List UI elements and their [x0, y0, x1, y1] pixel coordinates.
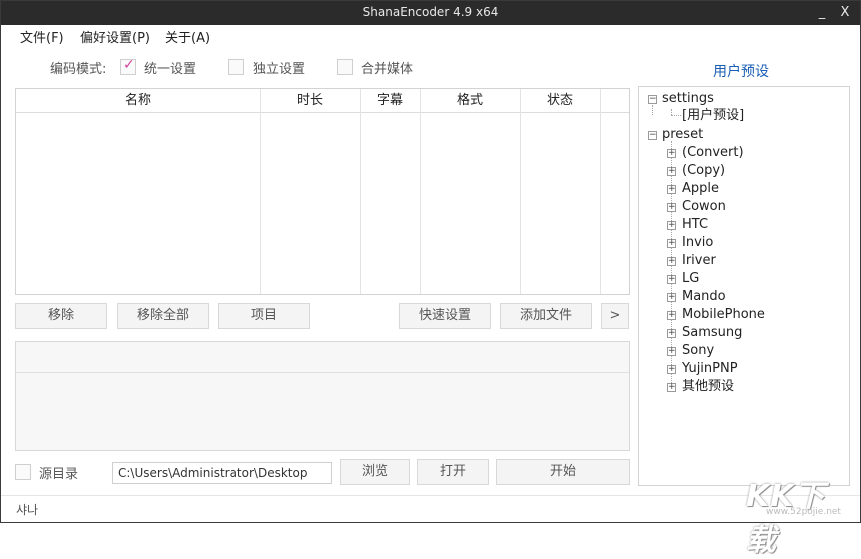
- tree-node-lg[interactable]: LG: [682, 270, 699, 288]
- independent-settings-label[interactable]: 独立设置: [253, 58, 305, 77]
- collapse-icon[interactable]: −: [648, 131, 657, 140]
- title-bar[interactable]: ShanaEncoder 4.9 x64 _ X: [1, 1, 860, 25]
- expand-icon[interactable]: +: [667, 311, 676, 320]
- expand-icon[interactable]: +: [667, 365, 676, 374]
- menu-bar: 文件(F) 偏好设置(P) 关于(A): [1, 25, 860, 47]
- open-button[interactable]: 打开: [417, 459, 489, 485]
- quick-settings-button[interactable]: 快速设置: [399, 303, 491, 329]
- menu-preferences[interactable]: 偏好设置(P): [80, 27, 150, 46]
- source-dir-label[interactable]: 源目录: [39, 463, 78, 482]
- expand-icon[interactable]: +: [667, 203, 676, 212]
- tree-node-iriver[interactable]: Iriver: [682, 252, 716, 270]
- tree-node-sony[interactable]: Sony: [682, 342, 714, 360]
- encode-mode-label: 编码模式:: [50, 62, 107, 77]
- expand-icon[interactable]: +: [667, 149, 676, 158]
- watermark-logo: KK下载 www.52pojie.net: [736, 467, 856, 558]
- column-divider: [420, 89, 421, 294]
- status-bar: 샤나: [1, 495, 860, 522]
- expand-icon[interactable]: +: [667, 167, 676, 176]
- remove-button[interactable]: 移除: [15, 303, 107, 329]
- tree-node-invio[interactable]: Invio: [682, 234, 713, 252]
- expand-icon[interactable]: +: [667, 275, 676, 284]
- column-divider: [260, 89, 261, 294]
- menu-about[interactable]: 关于(A): [165, 27, 210, 46]
- file-list[interactable]: 名称 时长 字幕 格式 状态: [15, 88, 630, 295]
- minimize-button[interactable]: _: [811, 3, 833, 23]
- merge-media-label[interactable]: 合并媒体: [361, 58, 413, 77]
- tree-line: [652, 105, 653, 115]
- tree-node-samsung[interactable]: Samsung: [682, 324, 742, 342]
- column-divider: [520, 89, 521, 294]
- tree-node-apple[interactable]: Apple: [682, 180, 719, 198]
- expand-icon[interactable]: +: [667, 239, 676, 248]
- independent-settings-checkbox[interactable]: [228, 59, 244, 75]
- app-window: ShanaEncoder 4.9 x64 _ X 文件(F) 偏好设置(P) 关…: [0, 0, 861, 558]
- tree-node-cowon[interactable]: Cowon: [682, 198, 726, 216]
- expand-icon[interactable]: +: [667, 347, 676, 356]
- tree-node-user-presets[interactable]: [用户预设]: [682, 107, 744, 125]
- unified-settings-checkbox[interactable]: ✓: [120, 57, 136, 75]
- start-button[interactable]: 开始: [496, 459, 630, 485]
- tree-line: [671, 115, 681, 116]
- watermark-url: www.52pojie.net: [766, 507, 841, 517]
- check-icon: ✓: [123, 57, 135, 73]
- source-dir-checkbox[interactable]: [15, 464, 31, 480]
- file-list-header: 名称 时长 字幕 格式 状态: [16, 89, 629, 113]
- expand-icon[interactable]: +: [667, 383, 676, 392]
- items-button[interactable]: 项目: [218, 303, 310, 329]
- preset-tree[interactable]: − settings [用户预设] − preset + (Convert) +…: [638, 86, 850, 486]
- close-button[interactable]: X: [834, 3, 856, 23]
- add-file-button[interactable]: 添加文件: [500, 303, 592, 329]
- output-path-input[interactable]: C:\Users\Administrator\Desktop: [112, 462, 332, 484]
- merge-media-checkbox[interactable]: [337, 59, 353, 75]
- expand-icon[interactable]: +: [667, 329, 676, 338]
- collapse-icon[interactable]: −: [648, 95, 657, 104]
- tree-node-mando[interactable]: Mando: [682, 288, 726, 306]
- browse-button[interactable]: 浏览: [340, 459, 410, 485]
- tree-node-convert[interactable]: (Convert): [682, 144, 744, 162]
- column-duration[interactable]: 时长: [260, 89, 360, 113]
- expand-icon[interactable]: +: [667, 221, 676, 230]
- status-text: 샤나: [16, 503, 39, 517]
- tree-node-yujinpnp[interactable]: YujinPNP: [682, 360, 738, 378]
- expand-icon[interactable]: +: [667, 293, 676, 302]
- progress-panel: [15, 341, 630, 451]
- column-format[interactable]: 格式: [420, 89, 520, 113]
- column-divider: [600, 89, 601, 294]
- column-status[interactable]: 状态: [520, 89, 600, 113]
- column-divider: [360, 89, 361, 294]
- remove-all-button[interactable]: 移除全部: [117, 303, 209, 329]
- expand-icon[interactable]: +: [667, 257, 676, 266]
- tree-node-preset[interactable]: preset: [662, 126, 703, 144]
- column-name[interactable]: 名称: [16, 89, 260, 113]
- menu-file[interactable]: 文件(F): [20, 27, 64, 46]
- expand-icon[interactable]: +: [667, 185, 676, 194]
- tree-node-htc[interactable]: HTC: [682, 216, 708, 234]
- presets-title: 用户预设: [713, 64, 769, 80]
- tree-node-settings[interactable]: settings: [662, 90, 714, 108]
- unified-settings-label[interactable]: 统一设置: [144, 58, 196, 77]
- tree-node-copy[interactable]: (Copy): [682, 162, 725, 180]
- progress-divider: [16, 372, 629, 373]
- column-subtitle[interactable]: 字幕: [360, 89, 420, 113]
- more-button[interactable]: >: [601, 303, 629, 329]
- tree-node-mobilephone[interactable]: MobilePhone: [682, 306, 765, 324]
- tree-node-other-presets[interactable]: 其他预设: [682, 378, 734, 396]
- window-title: ShanaEncoder 4.9 x64: [362, 5, 499, 19]
